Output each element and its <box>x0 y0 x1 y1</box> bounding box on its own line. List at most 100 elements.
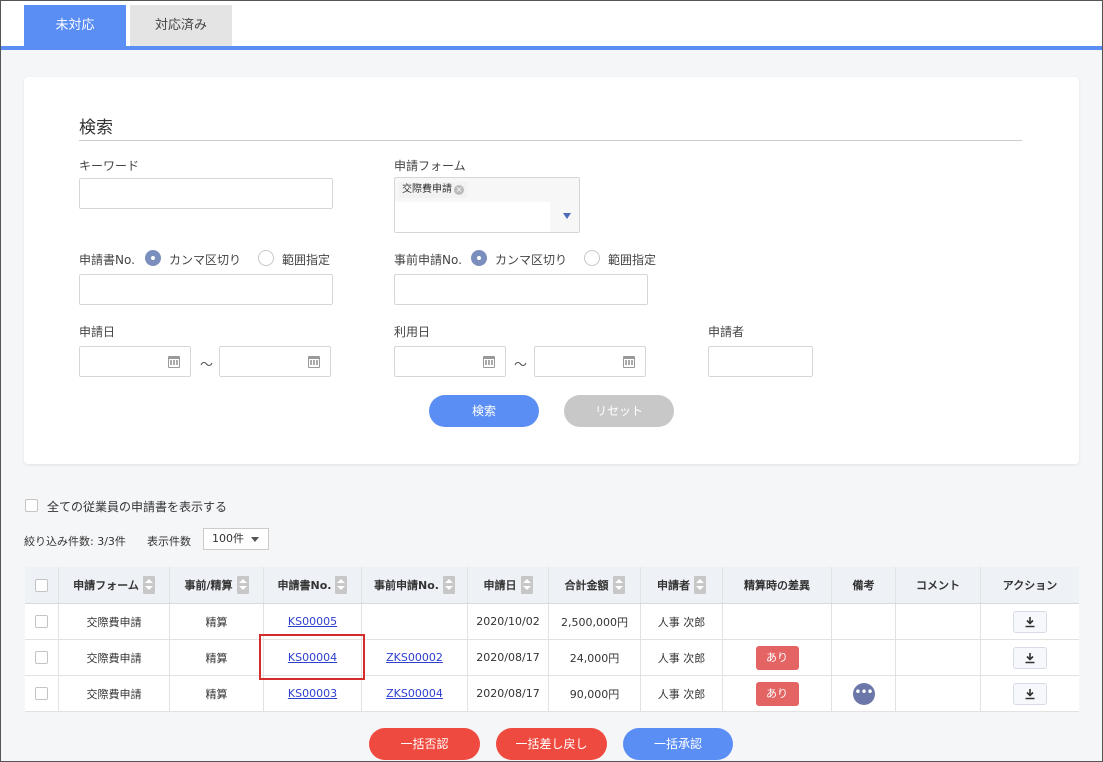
cell-diff: あり <box>723 640 832 675</box>
cell-note <box>832 604 896 639</box>
cell-date: 2020/10/02 <box>468 604 549 639</box>
form-multiselect[interactable]: 交際費申請 × <box>394 177 580 233</box>
header-app-no[interactable]: 申請書No. <box>264 567 362 603</box>
cell-type: 精算 <box>170 676 264 711</box>
pre-no-link[interactable]: ZKS00002 <box>386 651 443 664</box>
search-divider <box>79 140 1022 141</box>
keyword-label: キーワード <box>79 159 140 173</box>
use-date-tilde: ～ <box>514 358 528 373</box>
calendar-icon[interactable] <box>308 356 320 368</box>
applicant-input[interactable] <box>708 346 813 377</box>
header-checkbox-cell <box>25 567 59 603</box>
app-date-from[interactable] <box>79 346 191 377</box>
applicant-label: 申請者 <box>708 325 745 339</box>
app-no-radio-comma[interactable] <box>145 250 161 266</box>
perpage-select[interactable]: 100件 <box>203 528 269 550</box>
row-checkbox[interactable] <box>35 615 48 628</box>
cell-form: 交際費申請 <box>59 604 170 639</box>
cell-type: 精算 <box>170 640 264 675</box>
header-type[interactable]: 事前/精算 <box>170 567 264 603</box>
header-amount[interactable]: 合計金額 <box>549 567 641 603</box>
cell-action <box>981 640 1079 675</box>
row-checkbox-cell <box>25 604 59 639</box>
cell-pre-no: ZKS00002 <box>362 640 468 675</box>
pre-no-radio-range[interactable] <box>584 250 600 266</box>
app-no-input[interactable] <box>79 274 333 305</box>
cell-applicant: 人事 次郎 <box>641 676 723 711</box>
more-icon[interactable]: ••• <box>852 682 875 705</box>
header-form-label: 申請フォーム <box>73 579 139 592</box>
header-applicant[interactable]: 申請者 <box>641 567 723 603</box>
highlight-box <box>259 634 365 680</box>
bulk-reject-button[interactable]: 一括否認 <box>369 728 480 760</box>
cell-amount: 24,000円 <box>549 640 641 675</box>
tab-completed[interactable]: 対応済み <box>130 5 232 46</box>
calendar-icon[interactable] <box>168 356 180 368</box>
app-date-to[interactable] <box>219 346 331 377</box>
header-app-no-label: 申請書No. <box>277 579 332 592</box>
cell-form: 交際費申請 <box>59 640 170 675</box>
diff-badge[interactable]: あり <box>755 645 799 670</box>
cell-app-no: KS00003 <box>264 676 362 711</box>
header-type-label: 事前/精算 <box>184 579 233 592</box>
use-date-from[interactable] <box>394 346 506 377</box>
header-date-label: 申請日 <box>483 579 517 592</box>
bulk-sendback-button[interactable]: 一括差し戻し <box>496 728 607 760</box>
chevron-down-icon[interactable] <box>563 213 571 219</box>
sort-icon[interactable] <box>694 576 706 594</box>
header-pre-no[interactable]: 事前申請No. <box>362 567 468 603</box>
app-no-link[interactable]: KS00003 <box>288 687 337 700</box>
sort-icon[interactable] <box>612 576 625 594</box>
download-button[interactable] <box>1013 646 1047 669</box>
pre-no-radio-range-label: 範囲指定 <box>608 253 657 267</box>
sort-icon[interactable] <box>335 576 348 594</box>
sort-icon[interactable] <box>236 576 249 594</box>
cell-note <box>832 640 896 675</box>
table-row: 交際費申請 精算 KS00004 ZKS00002 2020/08/17 24,… <box>25 640 1079 676</box>
cell-pre-no <box>362 604 468 639</box>
show-all-checkbox[interactable] <box>25 499 38 512</box>
app-frame: 未対応 対応済み 検索 キーワード 申請フォーム 交際費申請 × 申請書No. カ… <box>0 0 1103 762</box>
keyword-input[interactable] <box>79 178 333 209</box>
calendar-icon[interactable] <box>623 356 635 368</box>
app-no-radio-range[interactable] <box>258 250 274 266</box>
cell-comment <box>896 604 981 639</box>
sort-icon[interactable] <box>442 576 455 594</box>
diff-badge[interactable]: あり <box>755 681 799 706</box>
show-all-label: 全ての従業員の申請書を表示する <box>47 500 228 514</box>
header-date[interactable]: 申請日 <box>468 567 549 603</box>
sort-icon[interactable] <box>520 576 533 594</box>
header-applicant-label: 申請者 <box>657 579 690 592</box>
select-all-checkbox[interactable] <box>35 578 48 592</box>
app-no-label: 申請書No. <box>79 253 135 267</box>
use-date-to[interactable] <box>534 346 646 377</box>
header-form[interactable]: 申請フォーム <box>59 567 170 603</box>
form-tag[interactable]: 交際費申請 × <box>399 182 467 198</box>
pre-no-input[interactable] <box>394 274 648 305</box>
app-no-radio-comma-label: カンマ区切り <box>169 253 242 267</box>
cell-applicant: 人事 次郎 <box>641 604 723 639</box>
row-checkbox[interactable] <box>35 651 48 664</box>
download-button[interactable] <box>1013 610 1047 633</box>
cell-comment <box>896 640 981 675</box>
pre-no-radio-comma[interactable] <box>471 250 487 266</box>
header-diff: 精算時の差異 <box>723 567 832 603</box>
search-button[interactable]: 検索 <box>429 395 539 427</box>
pre-no-link[interactable]: ZKS00004 <box>386 687 443 700</box>
tag-remove-icon[interactable]: × <box>454 185 464 195</box>
cell-action <box>981 604 1079 639</box>
reset-button[interactable]: リセット <box>564 395 674 427</box>
perpage-value: 100件 <box>212 532 244 545</box>
calendar-icon[interactable] <box>483 356 495 368</box>
search-panel: 検索 キーワード 申請フォーム 交際費申請 × 申請書No. カンマ区切り 範囲指… <box>24 77 1079 464</box>
cell-pre-no: ZKS00004 <box>362 676 468 711</box>
sort-icon[interactable] <box>142 576 155 594</box>
form-search-box[interactable] <box>395 202 550 232</box>
download-button[interactable] <box>1013 682 1047 705</box>
tab-pending[interactable]: 未対応 <box>24 5 126 46</box>
bulk-approve-button[interactable]: 一括承認 <box>623 728 733 760</box>
app-no-link[interactable]: KS00005 <box>288 615 337 628</box>
row-checkbox[interactable] <box>35 687 48 700</box>
table-header-row: 申請フォーム 事前/精算 申請書No. 事前申請No. 申請日 合計金額 申請者… <box>25 567 1079 604</box>
cell-date: 2020/08/17 <box>468 676 549 711</box>
